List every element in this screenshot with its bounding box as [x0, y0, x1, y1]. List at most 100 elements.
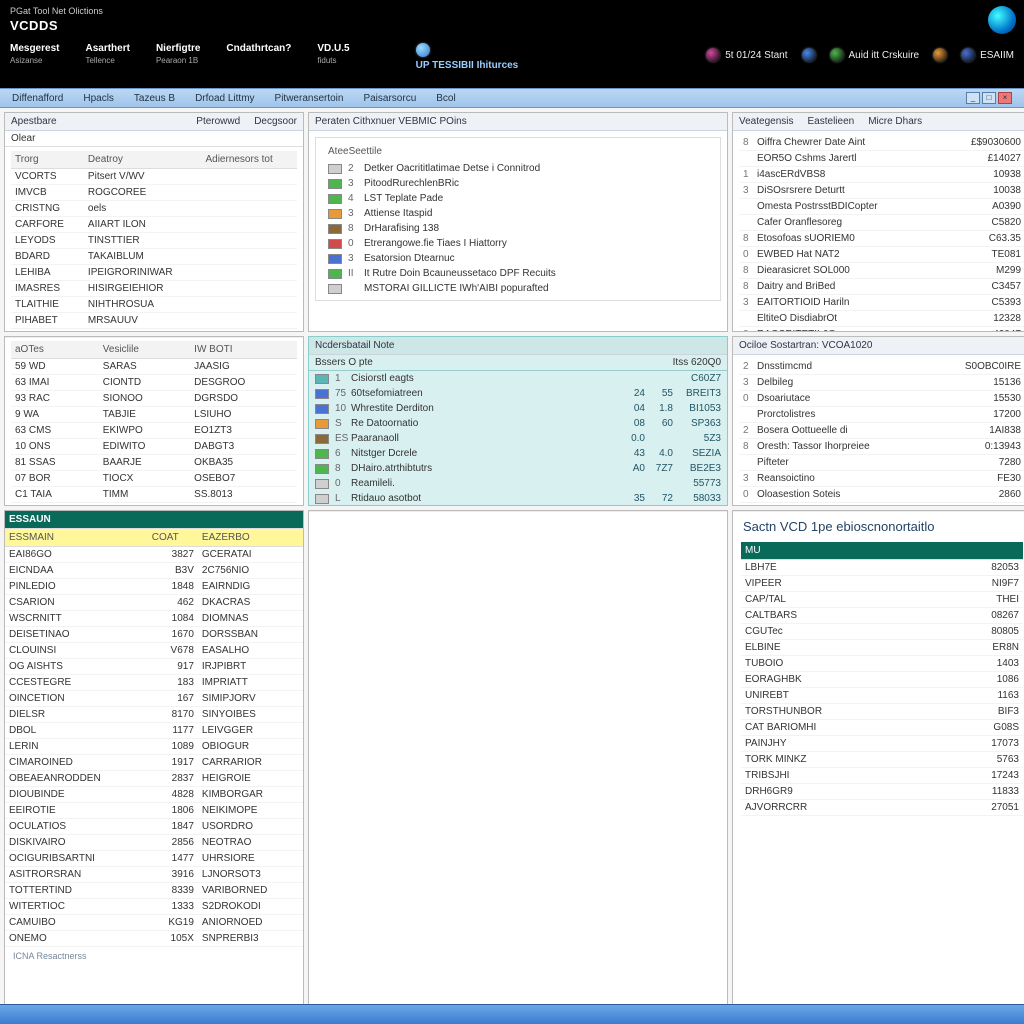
table-row[interactable]: TLAITHIENIHTHROSUA: [11, 297, 297, 313]
status-list-item[interactable]: 4LST Teplate Pade: [322, 191, 714, 206]
menu-item-2[interactable]: NierfigtrePearaon 1B: [156, 43, 200, 66]
menu-item-4[interactable]: VD.U.5fiduts: [317, 43, 349, 66]
status-list-item[interactable]: 8DrHarafising 138: [322, 221, 714, 236]
menu-item-1[interactable]: AsarthertTellence: [85, 43, 129, 66]
taskbar[interactable]: [0, 1004, 1024, 1024]
table-row[interactable]: DEISETINAO1670DORSSBAN: [5, 627, 303, 643]
table-row[interactable]: 07 BORTIOCXOSEBO7: [11, 471, 297, 487]
table-row[interactable]: CLOUINSIV678EASALHO: [5, 643, 303, 659]
table-row[interactable]: AJVORRCRR27051: [741, 800, 1023, 816]
subnav-5[interactable]: Paisarsorcu: [363, 93, 416, 104]
table-row[interactable]: CGUTec80805: [741, 624, 1023, 640]
table-row[interactable]: Prorctolistres17200: [739, 407, 1024, 423]
table-row[interactable]: TORK MINKZ5763: [741, 752, 1023, 768]
table-row[interactable]: ONEMO105XSNPRERBI3: [5, 931, 303, 947]
status-list-item[interactable]: 3Esatorsion Dtearnuc: [322, 251, 714, 266]
table-row[interactable]: ASITRORSRAN3916LJNORSOT3: [5, 867, 303, 883]
table-row[interactable]: 81 SSASBAARJEOKBA35: [11, 455, 297, 471]
process-row[interactable]: SRe Datoornatio0860SP363: [309, 416, 727, 431]
table-row[interactable]: EEIROTIE1806NEIKIMOPE: [5, 803, 303, 819]
subnav-6[interactable]: Bcol: [436, 93, 455, 104]
table-row[interactable]: EOR5O Cshms Jarertl£14027: [739, 151, 1024, 167]
table-row[interactable]: 10 ONSEDIWITODABGT3: [11, 439, 297, 455]
subnav-0[interactable]: Diffenafford: [12, 93, 63, 104]
table-row[interactable]: 63 IMAICIONTDDESGROO: [11, 375, 297, 391]
rtop-h1[interactable]: Eastelieen: [808, 116, 855, 127]
table-row[interactable]: LBH7E82053: [741, 560, 1023, 576]
table-row[interactable]: CAT BARIOMHIG08S: [741, 720, 1023, 736]
status-list-item[interactable]: 0Etrerangowe.fie Tiaes I Hiattorry: [322, 236, 714, 251]
table-row[interactable]: CSARION462DKACRAS: [5, 595, 303, 611]
table-row[interactable]: 0Dsoariutace15530: [739, 391, 1024, 407]
table-row[interactable]: DBOL1177LEIVGGER: [5, 723, 303, 739]
table-row[interactable]: CAMUIBOKG19ANIORNOED: [5, 915, 303, 931]
process-row[interactable]: 1Cisiorstl eagtsC60Z7: [309, 371, 727, 386]
table-row[interactable]: 2DnsstimcmdS0OBC0IRE: [739, 359, 1024, 375]
table-row[interactable]: WITERTIOC1333S2DROKODI: [5, 899, 303, 915]
status-list-item[interactable]: MSTORAI GILLICTE IWh'AIBI popurafted: [322, 281, 714, 296]
table-row[interactable]: LEYODSTINSTTIER: [11, 233, 297, 249]
tab-0[interactable]: Apestbare: [11, 116, 57, 127]
table-row[interactable]: 3DiSOsrsrere Deturtt10038: [739, 183, 1024, 199]
table-row[interactable]: EAI86GO3827GCERATAI: [5, 547, 303, 563]
subnav-4[interactable]: Pitweransertoin: [275, 93, 344, 104]
status-list-item[interactable]: 3Attiense Itaspid: [322, 206, 714, 221]
table-row[interactable]: 8Etosofoas sUORIEM0C63.35: [739, 231, 1024, 247]
subnav-2[interactable]: Tazeus B: [134, 93, 175, 104]
table-row[interactable]: 8Darfparer4037: [739, 503, 1024, 506]
table-row[interactable]: 0Oloasestion Soteis2860: [739, 487, 1024, 503]
table-row[interactable]: DISKIVAIRO2856NEOTRAO: [5, 835, 303, 851]
table-row[interactable]: 3EAITORTIOID HarilnC5393: [739, 295, 1024, 311]
tab-1[interactable]: Pterowwd: [196, 116, 240, 127]
table-row[interactable]: OG AISHTS917IRJPIBRT: [5, 659, 303, 675]
table-row[interactable]: EICNDAAB3V2C756NIO: [5, 563, 303, 579]
status-chip-0[interactable]: 5t 01/24 Stant: [706, 48, 787, 62]
process-row[interactable]: 10Whrestite Derditon041.8BI1053: [309, 401, 727, 416]
table-row[interactable]: PAINJHY17073: [741, 736, 1023, 752]
table-row[interactable]: IMASRESHISIRGEIEHIOR: [11, 281, 297, 297]
table-row[interactable]: PINLEDIO1848EAIRNDIG: [5, 579, 303, 595]
window-max-button[interactable]: □: [982, 92, 996, 104]
table-row[interactable]: TEIRABESII Forthre: [11, 329, 297, 332]
table-row[interactable]: Omesta PostrsstBDICopterA0390: [739, 199, 1024, 215]
table-row[interactable]: 3Delbileg15136: [739, 375, 1024, 391]
table-row[interactable]: OINCETION167SIMIPJORV: [5, 691, 303, 707]
process-row[interactable]: 7560tsefomiatreen2455BREIT3: [309, 386, 727, 401]
subnav-1[interactable]: Hpacls: [83, 93, 114, 104]
tab-2[interactable]: Decgsoor: [254, 116, 297, 127]
table-row[interactable]: Cafer OranflesoregC5820: [739, 215, 1024, 231]
rtop-h2[interactable]: Micre Dhars: [868, 116, 922, 127]
table-row[interactable]: IMVCBROGCOREE: [11, 185, 297, 201]
menu-item-0[interactable]: MesgerestAsizanse: [10, 43, 59, 66]
rtop-h0[interactable]: Veategensis: [739, 116, 794, 127]
table-row[interactable]: 9 WATABJIELSIUHO: [11, 407, 297, 423]
table-row[interactable]: 8Diearasicret SOL000M299: [739, 263, 1024, 279]
table-row[interactable]: 2Bosera Oottueelle di1AI838: [739, 423, 1024, 439]
table-row[interactable]: VIPEERNI9F7: [741, 576, 1023, 592]
table-row[interactable]: Pifteter7280: [739, 455, 1024, 471]
status-list-item[interactable]: 3PitoodRurechlenBRic: [322, 176, 714, 191]
status-list-item[interactable]: IIIt Rutre Doin Bcauneussetaco DPF Recui…: [322, 266, 714, 281]
table-row[interactable]: TOTTERTIND8339VARIBORNED: [5, 883, 303, 899]
process-row[interactable]: 0Reamileli.55773: [309, 476, 727, 491]
table-row[interactable]: C1 TAIATIMMSS.8013: [11, 487, 297, 503]
table-row[interactable]: EltiteO DisdiabrOt12328: [739, 311, 1024, 327]
table-row[interactable]: OCULATIOS1847USORDRO: [5, 819, 303, 835]
table-row[interactable]: CCESTEGRE183IMPRIATT: [5, 675, 303, 691]
table-row[interactable]: OBEAEANRODDEN2837HEIGROIE: [5, 771, 303, 787]
table-row[interactable]: DRH6GR911833: [741, 784, 1023, 800]
subnav-3[interactable]: Drfoad Littmy: [195, 93, 254, 104]
table-row[interactable]: 8Daitry and BriBedC3457: [739, 279, 1024, 295]
process-row[interactable]: ESPaaranaoll0.05Z3: [309, 431, 727, 446]
table-row[interactable]: 0EWBED Hat NAT2TE081: [739, 247, 1024, 263]
table-row[interactable]: CARFOREAIIART ILON: [11, 217, 297, 233]
table-row[interactable]: LERIN1089OBIOGUR: [5, 739, 303, 755]
menu-toolbar-right[interactable]: UP TESSIBII Ihiturces: [416, 43, 519, 72]
table-row[interactable]: PIHABETMRSAUUV: [11, 313, 297, 329]
table-row[interactable]: DIOUBINDE4828KIMBORGAR: [5, 787, 303, 803]
table-row[interactable]: OCIGURIBSARTNI1477UHRSIORE: [5, 851, 303, 867]
table-row[interactable]: EORAGHBK1086: [741, 672, 1023, 688]
table-row[interactable]: CALTBARS08267: [741, 608, 1023, 624]
table-row[interactable]: CAP/TALTHEI: [741, 592, 1023, 608]
window-min-button[interactable]: _: [966, 92, 980, 104]
